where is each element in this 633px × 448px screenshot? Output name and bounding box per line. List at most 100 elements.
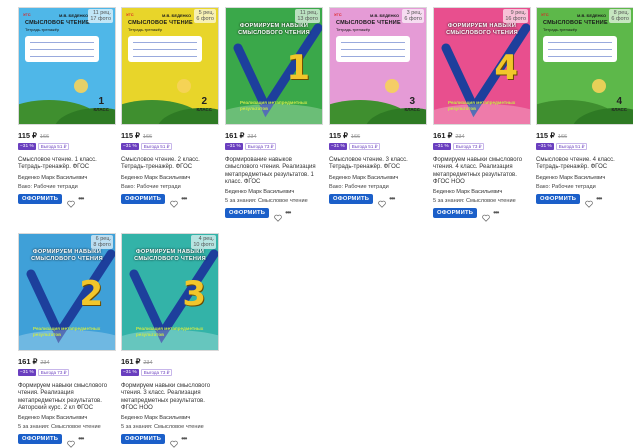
cover-lined-frame bbox=[128, 36, 202, 62]
reviews-photos-badge[interactable]: 8 рец. 6 фото bbox=[609, 9, 631, 23]
discount-badge: −31 % bbox=[433, 143, 451, 150]
checkout-button[interactable]: ОФОРМИТЬ bbox=[329, 193, 374, 204]
reviews-photos-badge[interactable]: 5 рец. 6 фото bbox=[194, 9, 216, 23]
heart-icon[interactable] bbox=[378, 195, 386, 208]
discount-row: −31 % Выгода 73 ₽ bbox=[18, 369, 116, 377]
series-link[interactable]: Вако: Рабочие тетради bbox=[121, 184, 219, 191]
discount-row: −31 % Выгода 51 ₽ bbox=[18, 143, 116, 151]
reviews-photos-badge[interactable]: 11 рец. 13 фото bbox=[295, 9, 320, 23]
author-link[interactable]: Беденко Марк Васильевич bbox=[121, 415, 219, 422]
series-link[interactable]: Вако: Рабочие тетради bbox=[18, 184, 116, 191]
reviews-photos-badge[interactable]: 4 рец. 10 фото bbox=[191, 235, 216, 249]
checkout-button[interactable]: ОФОРМИТЬ bbox=[536, 193, 581, 204]
product-title-link[interactable]: Формируем навыки смыслового чтения. Реал… bbox=[18, 383, 116, 412]
more-options-icon[interactable]: ••• bbox=[78, 194, 84, 203]
author-link[interactable]: Беденко Марк Васильевич bbox=[433, 189, 531, 196]
heart-icon[interactable] bbox=[482, 209, 490, 222]
book-cover-image[interactable]: УГС М.В. БЕДЕНКО СМЫСЛОВОЕ ЧТЕНИЕ Тетрадь-т… bbox=[329, 7, 427, 125]
cover-subtitle: Реализация метапредметных результатов bbox=[136, 326, 204, 337]
author-link[interactable]: Беденко Марк Васильевич bbox=[121, 175, 219, 182]
more-options-icon[interactable]: ••• bbox=[493, 209, 499, 217]
card-actions: ОФОРМИТЬ ••• bbox=[225, 208, 323, 222]
heart-icon[interactable] bbox=[170, 195, 178, 208]
series-link[interactable]: 5 за знания: Смысловое чтение bbox=[225, 198, 323, 205]
product-card: ФОРМИРУЕМ НАВЫКИ СМЫСЛОВОГО ЧТЕНИЯ 3 Реали… bbox=[121, 233, 219, 448]
book-cover-image[interactable]: УГС М.В. БЕДЕНКО СМЫСЛОВОЕ ЧТЕНИЕ Тетрадь-т… bbox=[121, 7, 219, 125]
author-link[interactable]: Беденко Марк Васильевич bbox=[329, 175, 427, 182]
old-price: 166 bbox=[350, 134, 361, 140]
publisher-logo: УГС bbox=[334, 12, 342, 17]
reviews-photos-badge[interactable]: 3 рец. 6 фото bbox=[402, 9, 424, 23]
product-title-link[interactable]: Формируем навыки смыслового чтения. 3 кл… bbox=[121, 383, 219, 412]
series-link[interactable]: 5 за знания: Смысловое чтение bbox=[433, 198, 531, 205]
heart-icon[interactable] bbox=[67, 435, 75, 448]
product-card: УГС М.В. БЕДЕНКО СМЫСЛОВОЕ ЧТЕНИЕ Тетрадь-т… bbox=[536, 7, 633, 208]
cover-subtitle: Тетрадь-тренажёр bbox=[25, 27, 60, 32]
book-cover-image[interactable]: ФОРМИРУЕМ НАВЫКИ СМЫСЛОВОГО ЧТЕНИЯ 2 Реали… bbox=[18, 233, 116, 351]
more-options-icon[interactable]: ••• bbox=[181, 194, 187, 203]
more-options-icon[interactable]: ••• bbox=[596, 194, 602, 203]
checkout-button[interactable]: ОФОРМИТЬ bbox=[121, 434, 166, 445]
cover-main-title: ФОРМИРУЕМ НАВЫКИ СМЫСЛОВОГО ЧТЕНИЯ bbox=[238, 23, 310, 36]
checkout-button[interactable]: ОФОРМИТЬ bbox=[433, 208, 478, 219]
discount-badge: −31 % bbox=[225, 143, 243, 150]
cover-grade-digit: 3 bbox=[182, 274, 206, 314]
author-link[interactable]: Беденко Марк Васильевич bbox=[536, 175, 633, 182]
product-title-link[interactable]: Смысловое чтение. 3 класс. Тетрадь-трена… bbox=[329, 157, 427, 172]
savings-badge: Выгода 73 ₽ bbox=[452, 143, 485, 150]
grade-word: КЛАСС bbox=[404, 107, 420, 112]
old-price: 234 bbox=[455, 134, 465, 140]
cover-author-initials: М.В. БЕДЕНКО bbox=[162, 13, 192, 18]
product-title-link[interactable]: Смысловое чтение. 2 класс. Тетрадь-трена… bbox=[121, 157, 219, 172]
more-options-icon[interactable]: ••• bbox=[78, 435, 84, 443]
discount-row: −31 % Выгода 73 ₽ bbox=[225, 143, 323, 151]
checkout-button[interactable]: ОФОРМИТЬ bbox=[121, 193, 166, 204]
book-cover-image[interactable]: ФОРМИРУЕМ НАВЫКИ СМЫСЛОВОГО ЧТЕНИЯ 1 Реали… bbox=[225, 7, 323, 125]
savings-badge: Выгода 51 ₽ bbox=[348, 143, 381, 150]
more-options-icon[interactable]: ••• bbox=[285, 209, 291, 217]
product-title-link[interactable]: Формирование навыков смыслового чтения. … bbox=[225, 157, 323, 186]
product-card: ФОРМИРУЕМ НАВЫКИ СМЫСЛОВОГО ЧТЕНИЯ 2 Реали… bbox=[18, 233, 116, 448]
discount-row: −31 % Выгода 51 ₽ bbox=[121, 143, 219, 151]
author-link[interactable]: Беденко Марк Васильевич bbox=[18, 415, 116, 422]
book-cover-image[interactable]: УГС М.В. БЕДЕНКО СМЫСЛОВОЕ ЧТЕНИЕ Тетрадь-т… bbox=[536, 7, 633, 125]
heart-icon[interactable] bbox=[67, 195, 75, 208]
savings-badge: Выгода 51 ₽ bbox=[37, 143, 70, 150]
product-title-link[interactable]: Смысловое чтение. 1 класс. Тетрадь-трена… bbox=[18, 157, 116, 172]
heart-icon[interactable] bbox=[170, 435, 178, 448]
book-cover-image[interactable]: ФОРМИРУЕМ НАВЫКИ СМЫСЛОВОГО ЧТЕНИЯ 4 Реали… bbox=[433, 7, 531, 125]
checkout-button[interactable]: ОФОРМИТЬ bbox=[18, 193, 63, 204]
reviews-photos-badge[interactable]: 9 рец. 16 фото bbox=[503, 9, 528, 23]
savings-badge: Выгода 73 ₽ bbox=[140, 369, 173, 376]
discount-row: −31 % Выгода 51 ₽ bbox=[329, 143, 427, 151]
series-link[interactable]: Вако: Рабочие тетради bbox=[536, 184, 633, 191]
checkout-button[interactable]: ОФОРМИТЬ bbox=[225, 208, 270, 219]
current-price: 115 ₽ bbox=[536, 131, 555, 140]
grade-digit: 3 bbox=[409, 96, 415, 107]
cover-landscape-illustration bbox=[537, 79, 633, 124]
more-options-icon[interactable]: ••• bbox=[181, 435, 187, 443]
product-title-link[interactable]: Смысловое чтение. 4 класс. Тетрадь-трена… bbox=[536, 157, 633, 172]
book-cover-image[interactable]: УГС М.В. БЕДЕНКО СМЫСЛОВОЕ ЧТЕНИЕ Тетрадь-т… bbox=[18, 7, 116, 125]
checkout-button[interactable]: ОФОРМИТЬ bbox=[18, 434, 63, 445]
book-cover-image[interactable]: ФОРМИРУЕМ НАВЫКИ СМЫСЛОВОГО ЧТЕНИЯ 3 Реали… bbox=[121, 233, 219, 351]
heart-icon[interactable] bbox=[585, 195, 593, 208]
reviews-photos-badge[interactable]: 6 рец. 8 фото bbox=[91, 235, 113, 249]
product-title-link[interactable]: Формируем навыки смыслового чтения. 4 кл… bbox=[433, 157, 531, 186]
reviews-photos-badge[interactable]: 11 рец. 17 фото bbox=[88, 9, 113, 23]
author-link[interactable]: Беденко Марк Васильевич bbox=[18, 175, 116, 182]
cover-landscape-illustration bbox=[122, 79, 218, 124]
heart-icon[interactable] bbox=[274, 209, 282, 222]
old-price: 166 bbox=[39, 134, 50, 140]
price-row: 161 ₽ 234 bbox=[225, 131, 323, 140]
cover-landscape-illustration bbox=[330, 79, 426, 124]
current-price: 161 ₽ bbox=[225, 131, 245, 140]
cover-subtitle: Тетрадь-тренажёр bbox=[543, 27, 578, 32]
series-link[interactable]: 5 за знания: Смысловое чтение bbox=[18, 424, 116, 431]
publisher-logo: УГС bbox=[23, 12, 31, 17]
author-link[interactable]: Беденко Марк Васильевич bbox=[225, 189, 323, 196]
series-link[interactable]: Вако: Рабочие тетради bbox=[329, 184, 427, 191]
more-options-icon[interactable]: ••• bbox=[389, 194, 395, 203]
price-row: 161 ₽ 234 bbox=[433, 131, 531, 140]
series-link[interactable]: 5 за знания: Смысловое чтение bbox=[121, 424, 219, 431]
